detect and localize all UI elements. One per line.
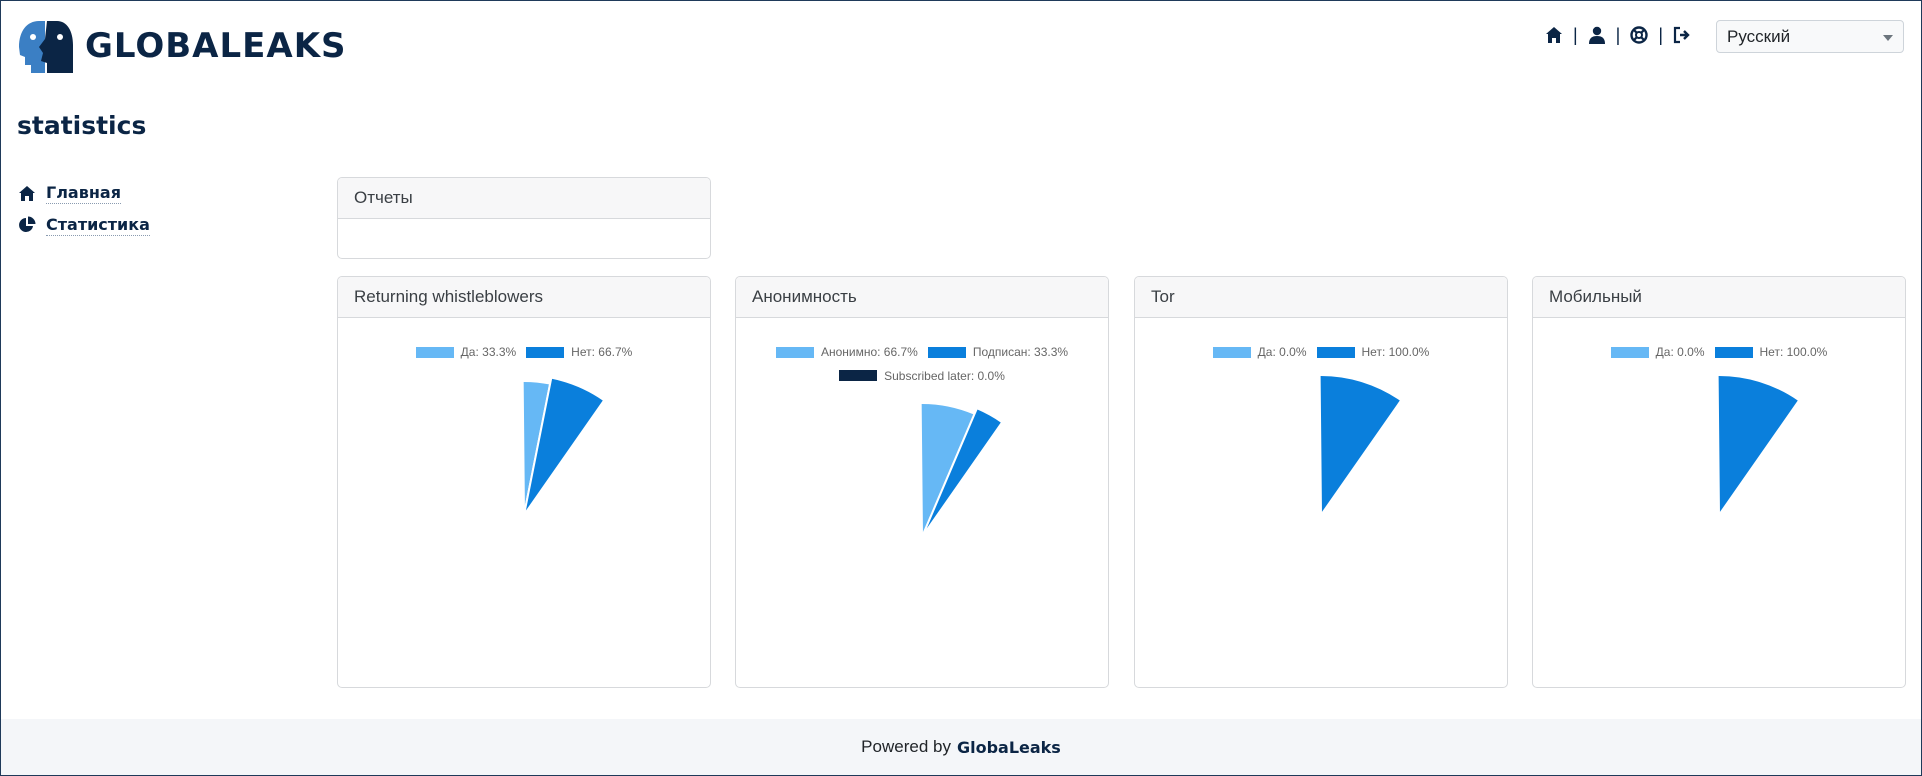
legend-item[interactable]: Нет: 100.0% xyxy=(1316,341,1430,363)
footer-prefix: Powered by xyxy=(861,737,951,756)
footer: Powered by GlobaLeaks xyxy=(1,719,1921,775)
globaleaks-logo-icon xyxy=(19,21,73,73)
nav-separator: | xyxy=(1572,24,1578,45)
legend-swatch xyxy=(415,346,454,358)
language-selected-value: Русский xyxy=(1727,27,1791,46)
legend-label: Subscribed later: 0.0% xyxy=(884,368,1005,383)
legend-swatch xyxy=(839,370,878,381)
reports-card: Отчеты xyxy=(337,177,711,259)
chart-card-anonymity: Анонимность Анонимно: 66.7% Подписан: 33.… xyxy=(735,276,1109,688)
pie-chart-icon xyxy=(17,215,37,235)
card-header: Returning whistleblowers xyxy=(338,277,710,318)
pie-chart xyxy=(1318,374,1403,519)
legend-label: Подписан: 33.3% xyxy=(972,345,1069,359)
legend-item[interactable]: Да: 33.3% xyxy=(415,341,517,363)
legend-item[interactable]: Анонимно: 66.7% xyxy=(775,341,918,363)
home-icon xyxy=(17,183,37,203)
legend-item[interactable]: Нет: 66.7% xyxy=(526,341,632,363)
legend-label: Анонимно: 66.7% xyxy=(820,345,918,359)
legend-item[interactable]: Subscribed later: 0.0% xyxy=(839,365,1005,387)
legend-swatch xyxy=(1714,346,1753,358)
nav-separator: | xyxy=(1615,24,1621,45)
user-icon[interactable] xyxy=(1586,24,1608,46)
chart-legend: Анонимно: 66.7% Подписан: 33.3% Subscribed… xyxy=(736,341,1108,388)
legend-label: Нет: 100.0% xyxy=(1759,345,1828,359)
legend-item[interactable]: Да: 0.0% xyxy=(1610,341,1705,363)
legend-label: Да: 33.3% xyxy=(460,345,517,359)
sidebar-item-home[interactable]: Главная xyxy=(17,177,150,209)
chart-legend: Да: 0.0% Нет: 100.0% xyxy=(1533,341,1905,365)
sidebar: Главная Статистика xyxy=(17,177,150,241)
legend-swatch xyxy=(1212,346,1251,358)
legend-swatch xyxy=(1316,346,1355,358)
pie-slice[interactable] xyxy=(1318,374,1403,519)
legend-item[interactable]: Нет: 100.0% xyxy=(1714,341,1828,363)
chart-legend: Да: 33.3% Нет: 66.7% xyxy=(338,341,710,365)
sidebar-item-statistics[interactable]: Статистика xyxy=(17,209,150,241)
pie-chart xyxy=(521,376,606,516)
nav-separator: | xyxy=(1658,24,1663,45)
sidebar-item-label: Главная xyxy=(46,182,121,204)
chart-card-mobile: Мобильный Да: 0.0% Нет: 100.0% xyxy=(1532,276,1906,688)
legend-item[interactable]: Подписан: 33.3% xyxy=(927,341,1069,363)
chart-card-tor: Tor Да: 0.0% Нет: 100.0% xyxy=(1134,276,1508,688)
pie-slice[interactable] xyxy=(1716,374,1801,519)
language-select[interactable]: Русский xyxy=(1716,20,1904,53)
logout-icon[interactable] xyxy=(1671,24,1693,46)
legend-item[interactable]: Да: 0.0% xyxy=(1212,341,1307,363)
card-header: Отчеты xyxy=(338,178,710,219)
legend-swatch xyxy=(775,346,814,358)
chart-card-returning-whistleblowers: Returning whistleblowers Да: 33.3% Нет: 6… xyxy=(337,276,711,688)
legend-label: Да: 0.0% xyxy=(1257,345,1307,359)
legend-label: Да: 0.0% xyxy=(1655,345,1705,359)
chevron-down-icon xyxy=(1883,35,1893,41)
pie-chart xyxy=(1716,374,1801,519)
logo[interactable]: GLOBALEAKS xyxy=(17,17,347,75)
page-title: statistics xyxy=(17,111,147,140)
footer-brand-link[interactable]: GlobaLeaks xyxy=(957,738,1061,757)
card-header: Мобильный xyxy=(1533,277,1905,318)
legend-label: Нет: 100.0% xyxy=(1361,345,1430,359)
legend-label: Нет: 66.7% xyxy=(571,345,633,359)
top-navigation: | | | xyxy=(1543,23,1693,47)
legend-swatch xyxy=(927,346,966,358)
card-header: Анонимность xyxy=(736,277,1108,318)
chart-legend: Да: 0.0% Нет: 100.0% xyxy=(1135,341,1507,365)
pie-chart xyxy=(919,402,1004,538)
legend-swatch xyxy=(526,346,565,358)
card-header: Tor xyxy=(1135,277,1507,318)
header: GLOBALEAKS | | | Русский xyxy=(1,1,1921,91)
brand-name: GLOBALEAKS xyxy=(85,26,347,66)
legend-swatch xyxy=(1610,346,1649,358)
lifebuoy-icon[interactable] xyxy=(1628,24,1650,46)
home-icon[interactable] xyxy=(1543,24,1565,46)
sidebar-item-label: Статистика xyxy=(46,214,150,236)
